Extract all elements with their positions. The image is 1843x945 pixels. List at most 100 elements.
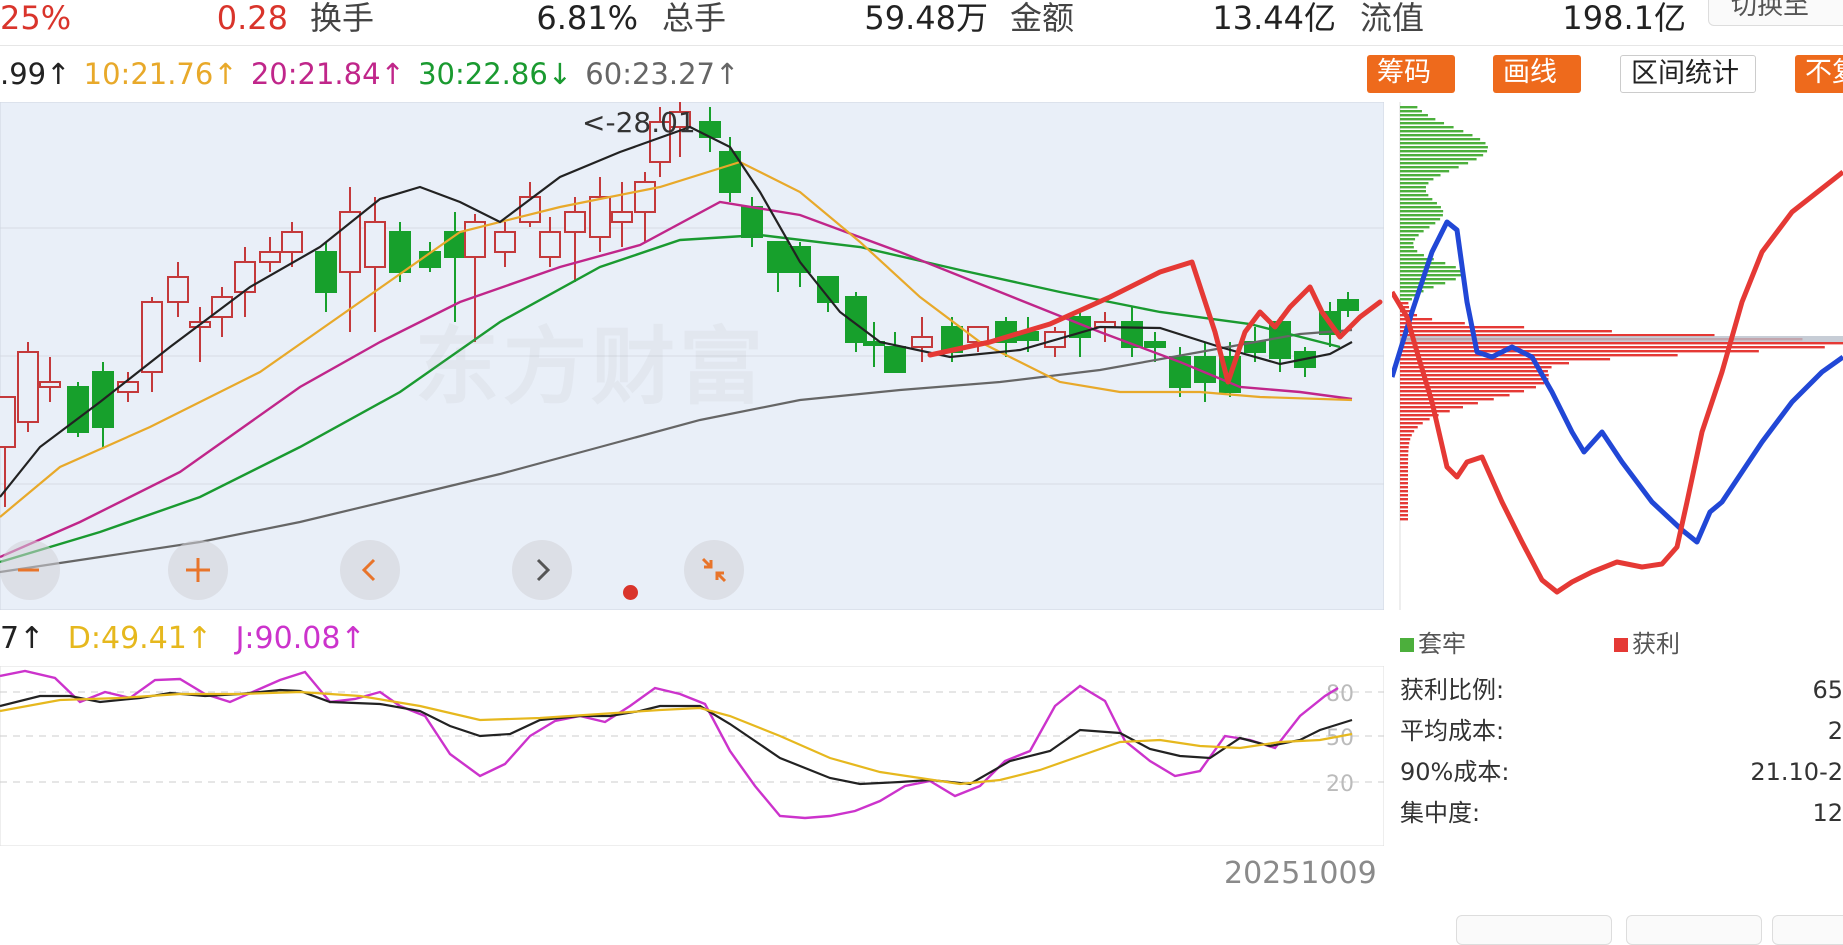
chip-bar: [1400, 226, 1430, 229]
chip-bar: [1400, 170, 1450, 173]
turnover-value: 6.81%: [536, 0, 638, 37]
volume-value: 59.48万: [864, 0, 988, 37]
chip-bar: [1400, 238, 1416, 241]
zoom-in-button[interactable]: [168, 540, 228, 600]
chip-bar: [1400, 218, 1441, 221]
legend-profit-label: 获利: [1632, 630, 1680, 658]
change-amount: 0.28: [216, 0, 288, 37]
candle-body: [539, 231, 561, 258]
kdj-level-80: 80: [1326, 682, 1354, 707]
chip-bar: [1400, 486, 1409, 489]
chip-bar: [1400, 430, 1415, 433]
legend-trapped-swatch: [1400, 638, 1414, 652]
zoom-out-button[interactable]: [0, 540, 60, 600]
collapse-icon: [701, 557, 727, 583]
candle-body: [389, 231, 411, 273]
chevron-right-icon: [536, 558, 551, 582]
bottom-button-3[interactable]: [1772, 915, 1843, 945]
chip-bar: [1400, 234, 1419, 237]
chip-bar: [1400, 518, 1408, 521]
chip-bar: [1400, 454, 1409, 457]
collapse-button[interactable]: [684, 540, 744, 600]
switch-button[interactable]: 切换至: [1708, 0, 1843, 26]
draw-line-button[interactable]: 画线: [1493, 55, 1581, 93]
current-price-band: [1400, 336, 1843, 342]
candle-body: [1337, 299, 1359, 311]
chip-bar: [1400, 186, 1426, 189]
candle-body: [494, 231, 516, 253]
kdj-d-value: D:49.41↑: [67, 621, 213, 656]
candle-body: [1144, 341, 1166, 348]
scroll-left-button[interactable]: [340, 540, 400, 600]
candle-body: [315, 251, 337, 293]
candle-body: [17, 351, 39, 423]
bottom-button-1[interactable]: [1456, 915, 1612, 945]
chip-bar: [1400, 154, 1484, 157]
concentration-row: 集中度: 12: [1400, 795, 1843, 831]
chip-bar: [1400, 362, 1570, 365]
chip-bar: [1400, 158, 1477, 161]
chip-bar: [1400, 442, 1410, 445]
ma30-value: 30:22.86↓: [418, 57, 573, 91]
chip-bar: [1400, 286, 1434, 289]
cost90-label: 90%成本:: [1400, 758, 1510, 786]
chip-bar: [1400, 142, 1486, 145]
chip-bar: [1400, 502, 1408, 505]
ma60-value: 60:23.27↑: [585, 57, 740, 91]
range-stats-button[interactable]: 区间统计: [1620, 55, 1756, 93]
chip-bar: [1400, 390, 1525, 393]
chip-bar: [1400, 202, 1437, 205]
chip-bar: [1400, 166, 1459, 169]
kdj-legend: 7↑ D:49.41↑ J:90.08↑: [0, 618, 366, 660]
chip-bar: [1400, 466, 1409, 469]
candle-body: [281, 231, 303, 253]
plus-icon: [186, 558, 210, 582]
chip-bar: [1400, 398, 1494, 401]
scroll-right-button[interactable]: [512, 540, 572, 600]
candle-body: [364, 221, 386, 268]
amount-value: 13.44亿: [1212, 0, 1336, 37]
chevron-left-icon: [361, 558, 376, 582]
concentration-label: 集中度:: [1400, 799, 1481, 827]
bottom-button-2[interactable]: [1626, 915, 1762, 945]
profit-ratio-label: 获利比例:: [1400, 676, 1505, 704]
change-percent: 25%: [0, 0, 72, 37]
chip-bar: [1400, 394, 1510, 397]
chip-bar: [1400, 194, 1429, 197]
candle-body: [0, 396, 16, 448]
cost90-value: 21.10-2: [1750, 758, 1843, 786]
page-indicator-dot: [623, 585, 638, 600]
legend-trapped: 套牢: [1400, 624, 1466, 659]
kdj-level-20: 20: [1326, 772, 1354, 797]
candle-body: [117, 381, 139, 393]
minus-icon: [18, 568, 39, 572]
chip-bar: [1400, 346, 1825, 349]
chip-bar: [1400, 438, 1411, 441]
chip-bar: [1400, 446, 1409, 449]
chip-bar: [1400, 418, 1430, 421]
candle-body: [234, 261, 256, 293]
legend-profit: 获利: [1614, 624, 1680, 659]
ma10-value: 10:21.76↑: [83, 57, 238, 91]
chip-bar: [1400, 382, 1545, 385]
chip-bar: [1400, 458, 1409, 461]
chips-button[interactable]: 筹码: [1367, 55, 1455, 93]
chip-bar: [1400, 126, 1454, 129]
chip-bar: [1400, 450, 1409, 453]
profit-ratio-row: 获利比例: 65: [1400, 672, 1843, 708]
chip-bar: [1400, 402, 1478, 405]
chip-bar: [1400, 298, 1412, 301]
concentration-value: 12: [1812, 799, 1843, 827]
high-annotation: <-28.01: [582, 106, 696, 139]
amount-label: 金额: [1010, 0, 1075, 37]
candle-body: [167, 276, 189, 303]
chip-bar: [1400, 358, 1611, 361]
kdj-indicator-chart[interactable]: 80 50 20: [0, 666, 1384, 846]
chip-bar: [1400, 474, 1409, 477]
chip-bar: [1400, 426, 1418, 429]
kdj-j-value: J:90.08↑: [235, 621, 366, 656]
chip-bar: [1400, 182, 1429, 185]
adjust-button[interactable]: 不复: [1795, 55, 1843, 93]
candle-body: [39, 381, 61, 388]
chip-bar: [1400, 386, 1536, 389]
